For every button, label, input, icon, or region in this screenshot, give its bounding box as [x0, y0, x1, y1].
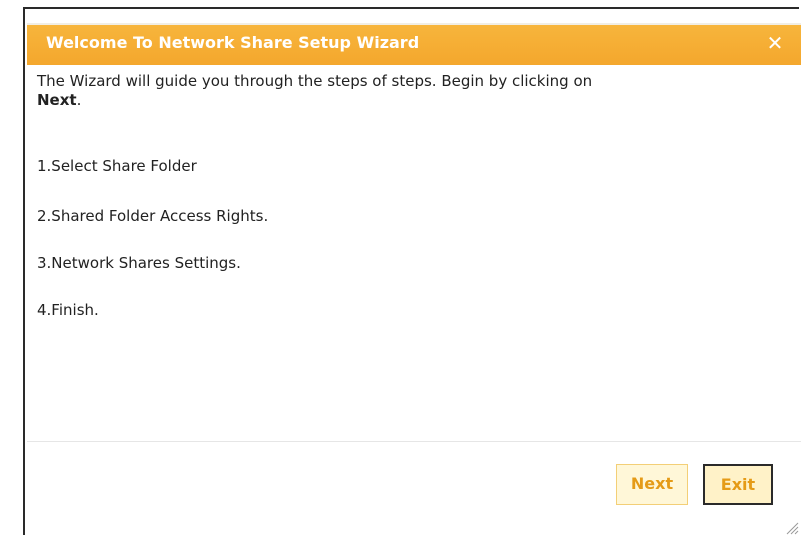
- step-item-4: 4.Finish.: [37, 301, 99, 319]
- dialog-title: Welcome To Network Share Setup Wizard: [46, 33, 420, 52]
- dialog-content: The Wizard will guide you through the st…: [37, 72, 777, 319]
- step-item-3: 3.Network Shares Settings.: [37, 254, 241, 272]
- resize-grip-icon[interactable]: [783, 519, 799, 535]
- exit-button[interactable]: Exit: [703, 464, 773, 505]
- intro-text: The Wizard will guide you through the st…: [37, 72, 593, 90]
- wizard-dialog: Welcome To Network Share Setup Wizard ✕ …: [23, 7, 801, 535]
- intro-period: .: [76, 91, 82, 109]
- intro-next-emphasis: Next: [37, 91, 77, 109]
- page: Welcome To Network Share Setup Wizard ✕ …: [0, 0, 801, 535]
- intro-paragraph: The Wizard will guide you through the st…: [37, 72, 777, 110]
- step-item-2: 2.Shared Folder Access Rights.: [37, 207, 269, 225]
- dialog-title-bar[interactable]: Welcome To Network Share Setup Wizard ✕: [27, 23, 801, 65]
- close-icon[interactable]: ✕: [765, 32, 785, 54]
- step-item-1: 1.Select Share Folder: [37, 157, 197, 175]
- next-button[interactable]: Next: [616, 464, 688, 505]
- footer-divider: [27, 441, 801, 442]
